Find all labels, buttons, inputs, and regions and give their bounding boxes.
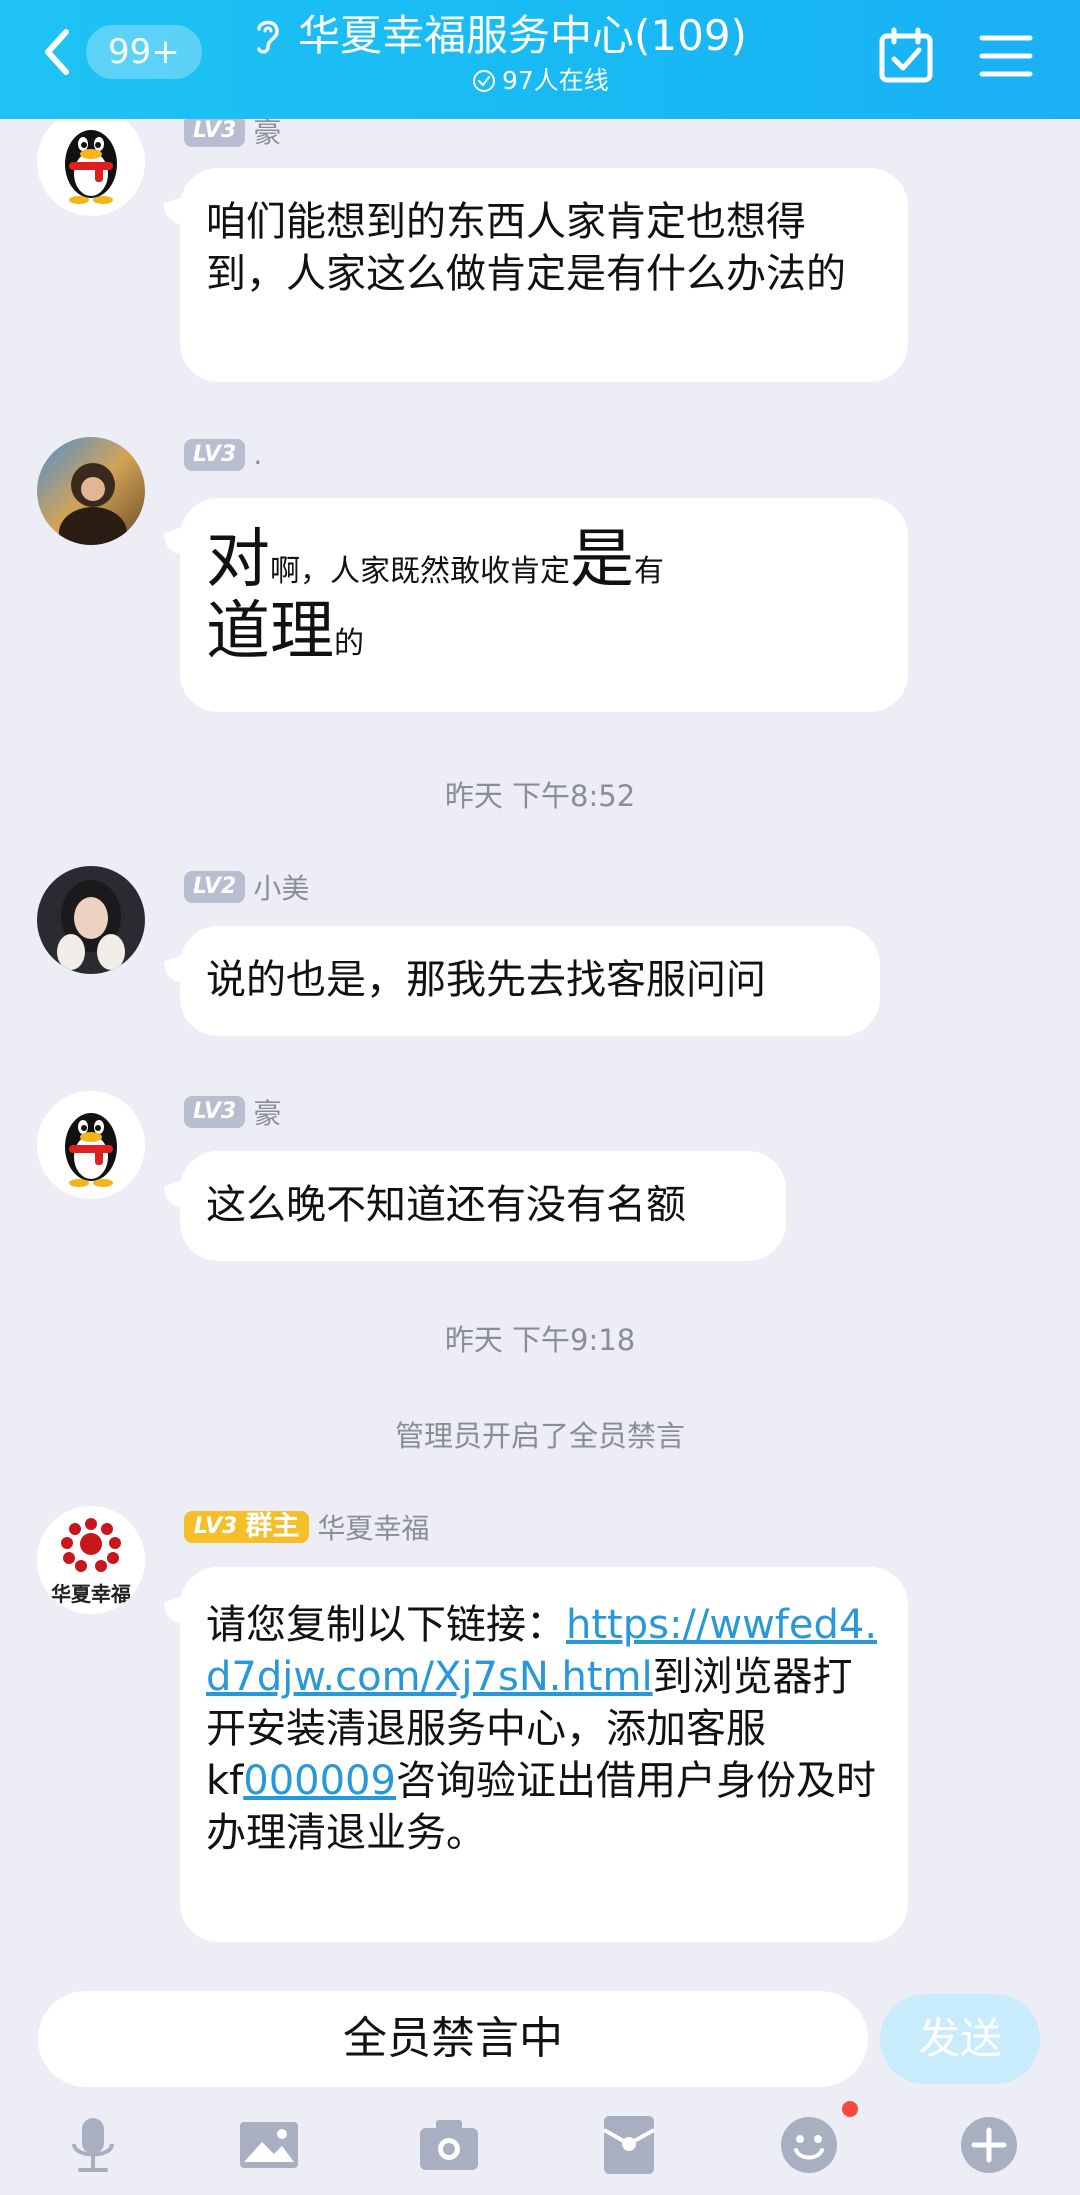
camera-icon[interactable] xyxy=(416,2112,482,2178)
mic-icon[interactable] xyxy=(60,2112,126,2178)
send-button[interactable]: 发送 xyxy=(880,1994,1040,2084)
sender-name: 豪 xyxy=(253,1097,282,1130)
group-title-row: 华夏幸福服务中心(109) xyxy=(250,8,810,64)
message-text: 有 xyxy=(634,554,664,589)
message-meta: LV3 豪 xyxy=(184,1092,281,1132)
sender-name: 华夏幸福 xyxy=(317,1512,430,1545)
bottom-toolbar xyxy=(0,2100,1080,2195)
notification-dot xyxy=(842,2101,858,2117)
message-text: 请您复制以下链接： xyxy=(206,1602,566,1648)
calendar-icon[interactable] xyxy=(876,26,936,86)
avatar-group-owner[interactable]: 华夏幸福 xyxy=(37,1506,145,1614)
chevron-left-icon xyxy=(45,29,69,75)
level-badge: LV3 xyxy=(184,1096,246,1128)
message-meta: LV3 . xyxy=(184,438,262,471)
online-status: 97人在线 xyxy=(472,64,810,98)
level-badge: LV2 xyxy=(184,871,246,903)
level-badge: LV3 xyxy=(184,115,246,147)
message-bubble[interactable]: 这么晚不知道还有没有名额 xyxy=(180,1151,786,1261)
message-text: 说的也是，那我先去找客服问问 xyxy=(206,957,766,1003)
group-title: 华夏幸福服务中心(109) xyxy=(298,11,747,60)
message-text-big: 是 xyxy=(570,523,634,597)
sender-name: 小美 xyxy=(253,872,310,905)
avatar-photo[interactable] xyxy=(37,866,145,974)
kf-id-link[interactable]: 000009 xyxy=(243,1758,396,1804)
owner-badge: LV3 群主 xyxy=(184,1511,310,1543)
unread-badge: 99+ xyxy=(86,25,202,79)
message-meta: LV2 小美 xyxy=(184,867,309,907)
red-packet-icon[interactable] xyxy=(596,2112,662,2178)
sender-name: . xyxy=(253,438,263,471)
message-text: 的 xyxy=(334,626,364,661)
role-text: 群主 xyxy=(245,1511,300,1542)
plus-icon[interactable] xyxy=(956,2112,1022,2178)
chat-header: 99+ 华夏幸福服务中心(109) 97人在线 xyxy=(0,0,1080,119)
message-meta: LV3 群主 华夏幸福 xyxy=(184,1507,429,1547)
message-bubble[interactable]: 对啊，人家既然敢收肯定是有道理的 xyxy=(180,498,908,712)
image-icon[interactable] xyxy=(236,2112,302,2178)
level-text: LV3 xyxy=(194,1514,238,1539)
message-text: 咱们能想到的东西人家肯定也想得到，人家这么做肯定是有什么办法的 xyxy=(206,199,846,297)
online-check-icon xyxy=(473,70,495,92)
message-text-big: 道理 xyxy=(206,595,334,669)
title-area[interactable]: 华夏幸福服务中心(109) 97人在线 xyxy=(250,8,810,98)
message-input[interactable]: 全员禁言中 xyxy=(38,1991,868,2087)
ear-icon xyxy=(250,15,284,57)
emoji-icon[interactable] xyxy=(776,2112,842,2178)
message-bubble[interactable]: 请您复制以下链接：https://wwfed4.d7djw.com/Xj7sN.… xyxy=(180,1567,908,1942)
back-button[interactable]: 99+ xyxy=(36,22,202,82)
message-bubble[interactable]: 说的也是，那我先去找客服问问 xyxy=(180,926,880,1036)
avatar-penguin[interactable] xyxy=(37,1091,145,1199)
message-text-big: 对 xyxy=(206,523,270,597)
avatar-photo[interactable] xyxy=(37,437,145,545)
timestamp: 昨天 下午9:18 xyxy=(444,1323,636,1357)
level-badge: LV3 xyxy=(184,438,246,471)
menu-icon[interactable] xyxy=(976,26,1036,86)
message-text: 这么晚不知道还有没有名额 xyxy=(206,1182,686,1228)
message-text: 啊，人家既然敢收肯定 xyxy=(270,554,570,589)
avatar-caption: 华夏幸福 xyxy=(51,1582,131,1606)
system-notice: 管理员开启了全员禁言 xyxy=(394,1419,685,1453)
message-bubble[interactable]: 咱们能想到的东西人家肯定也想得到，人家这么做肯定是有什么办法的 xyxy=(180,168,908,382)
online-count: 97人在线 xyxy=(502,66,609,95)
timestamp: 昨天 下午8:52 xyxy=(444,779,636,813)
avatar-penguin[interactable] xyxy=(37,108,145,216)
